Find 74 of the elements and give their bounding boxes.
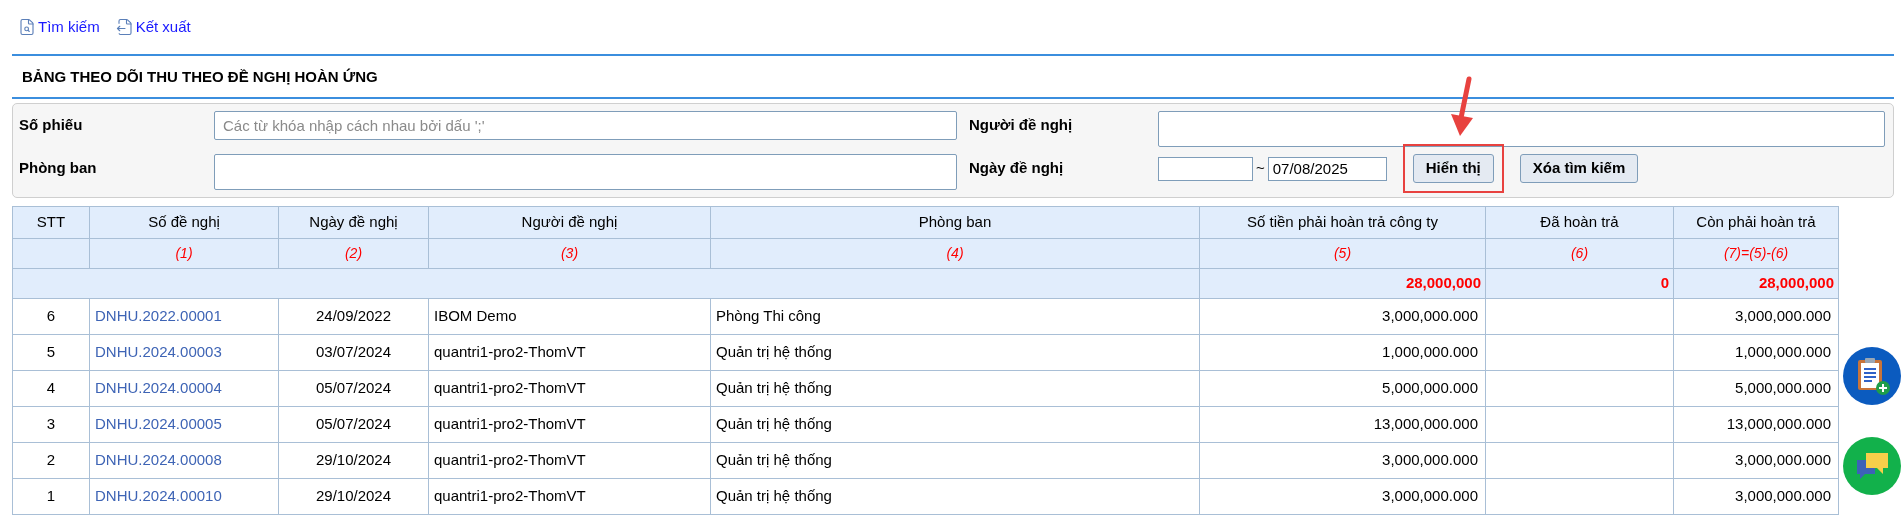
- table-cell: 4: [12, 370, 90, 407]
- table-cell: quantri1-pro2-ThomVT: [428, 406, 711, 443]
- table-cell: 05/07/2024: [278, 406, 429, 443]
- table-cell: quantri1-pro2-ThomVT: [428, 442, 711, 479]
- column-number: (6): [1485, 238, 1674, 269]
- table-cell: 3,000,000.000: [1199, 478, 1486, 515]
- table-cell: 05/07/2024: [278, 370, 429, 407]
- column-number: (5): [1199, 238, 1486, 269]
- table-cell: quantri1-pro2-ThomVT: [428, 370, 711, 407]
- column-header: Ngày đề nghị: [278, 206, 429, 239]
- toolbar-link[interactable]: Kết xuất: [135, 15, 191, 39]
- table-cell: 5: [12, 334, 90, 371]
- chat-icon: [1854, 450, 1890, 482]
- table-cell: 29/10/2024: [278, 442, 429, 479]
- action-button[interactable]: Xóa tìm kiếm: [1519, 154, 1639, 183]
- table-cell: quantri1-pro2-ThomVT: [428, 334, 711, 371]
- column-header: STT: [12, 206, 90, 239]
- column-number: (1): [89, 238, 279, 269]
- table-cell: 3: [12, 406, 90, 443]
- table-cell: 5,000,000.000: [1199, 370, 1486, 407]
- table-cell: 3,000,000.000: [1673, 478, 1839, 515]
- table-cell: Phòng Thi công: [710, 298, 1200, 335]
- total-cell: 28,000,000: [1199, 268, 1486, 299]
- table-cell: 29/10/2024: [278, 478, 429, 515]
- input-field[interactable]: [1158, 111, 1885, 147]
- column-header: Số tiền phải hoàn trả công ty: [1199, 206, 1486, 239]
- column-header: Số đề nghị: [89, 206, 279, 239]
- table-cell: 3,000,000.000: [1199, 298, 1486, 335]
- table-cell: 13,000,000.000: [1673, 406, 1839, 443]
- column-number: (7)=(5)-(6): [1673, 238, 1839, 269]
- table-cell: 3,000,000.000: [1199, 442, 1486, 479]
- table-cell: Quản trị hệ thống: [710, 442, 1200, 479]
- table-cell: 3,000,000.000: [1673, 298, 1839, 335]
- column-number: (2): [278, 238, 429, 269]
- field-label: Người đề nghị: [968, 115, 1074, 135]
- chat-button[interactable]: [1843, 437, 1901, 495]
- column-header: Đã hoàn trả: [1485, 206, 1674, 239]
- table-cell: Quản trị hệ thống: [710, 370, 1200, 407]
- field-label: Phòng ban: [19, 158, 98, 178]
- page-title: BẢNG THEO DÕI THU THEO ĐỀ NGHỊ HOÀN ỨNG: [22, 67, 378, 88]
- table-cell: Quản trị hệ thống: [710, 334, 1200, 371]
- table-cell: 1,000,000.000: [1673, 334, 1839, 371]
- table-cell: Quản trị hệ thống: [710, 478, 1200, 515]
- input-field[interactable]: [214, 154, 957, 190]
- table-cell: 5,000,000.000: [1673, 370, 1839, 407]
- table-cell: quantri1-pro2-ThomVT: [428, 478, 711, 515]
- table-cell: 3,000,000.000: [1673, 442, 1839, 479]
- column-header: Người đề nghị: [428, 206, 711, 239]
- column-header: Còn phải hoàn trả: [1673, 206, 1839, 239]
- date-field[interactable]: [1158, 156, 1253, 181]
- table-cell: 1: [12, 478, 90, 515]
- total-cell: 0: [1485, 268, 1674, 299]
- table-cell: 13,000,000.000: [1199, 406, 1486, 443]
- table-cell: 2: [12, 442, 90, 479]
- add-note-button[interactable]: [1843, 347, 1901, 405]
- table-cell: Quản trị hệ thống: [710, 406, 1200, 443]
- export-icon: [115, 18, 134, 36]
- column-number: (4): [710, 238, 1200, 269]
- search-icon: [18, 18, 36, 36]
- range-separator: ~: [1256, 158, 1265, 179]
- table-cell: 24/09/2022: [278, 298, 429, 335]
- total-cell: 28,000,000: [1673, 268, 1839, 299]
- table-cell: IBOM Demo: [428, 298, 711, 335]
- field-label: Ngày đề nghị: [968, 158, 1065, 178]
- field-label: Số phiếu: [19, 115, 84, 135]
- table-cell: 6: [12, 298, 90, 335]
- column-header: Phòng ban: [710, 206, 1200, 239]
- column-number: (3): [428, 238, 711, 269]
- table-cell: 03/07/2024: [278, 334, 429, 371]
- date-field[interactable]: 07/08/2025: [1267, 156, 1387, 181]
- toolbar-link[interactable]: Tìm kiếm: [38, 15, 100, 39]
- input-field[interactable]: Các từ khóa nhập cách nhau bởi dấu ';': [214, 111, 957, 140]
- action-button[interactable]: Hiển thị: [1412, 154, 1494, 183]
- table-cell: 1,000,000.000: [1199, 334, 1486, 371]
